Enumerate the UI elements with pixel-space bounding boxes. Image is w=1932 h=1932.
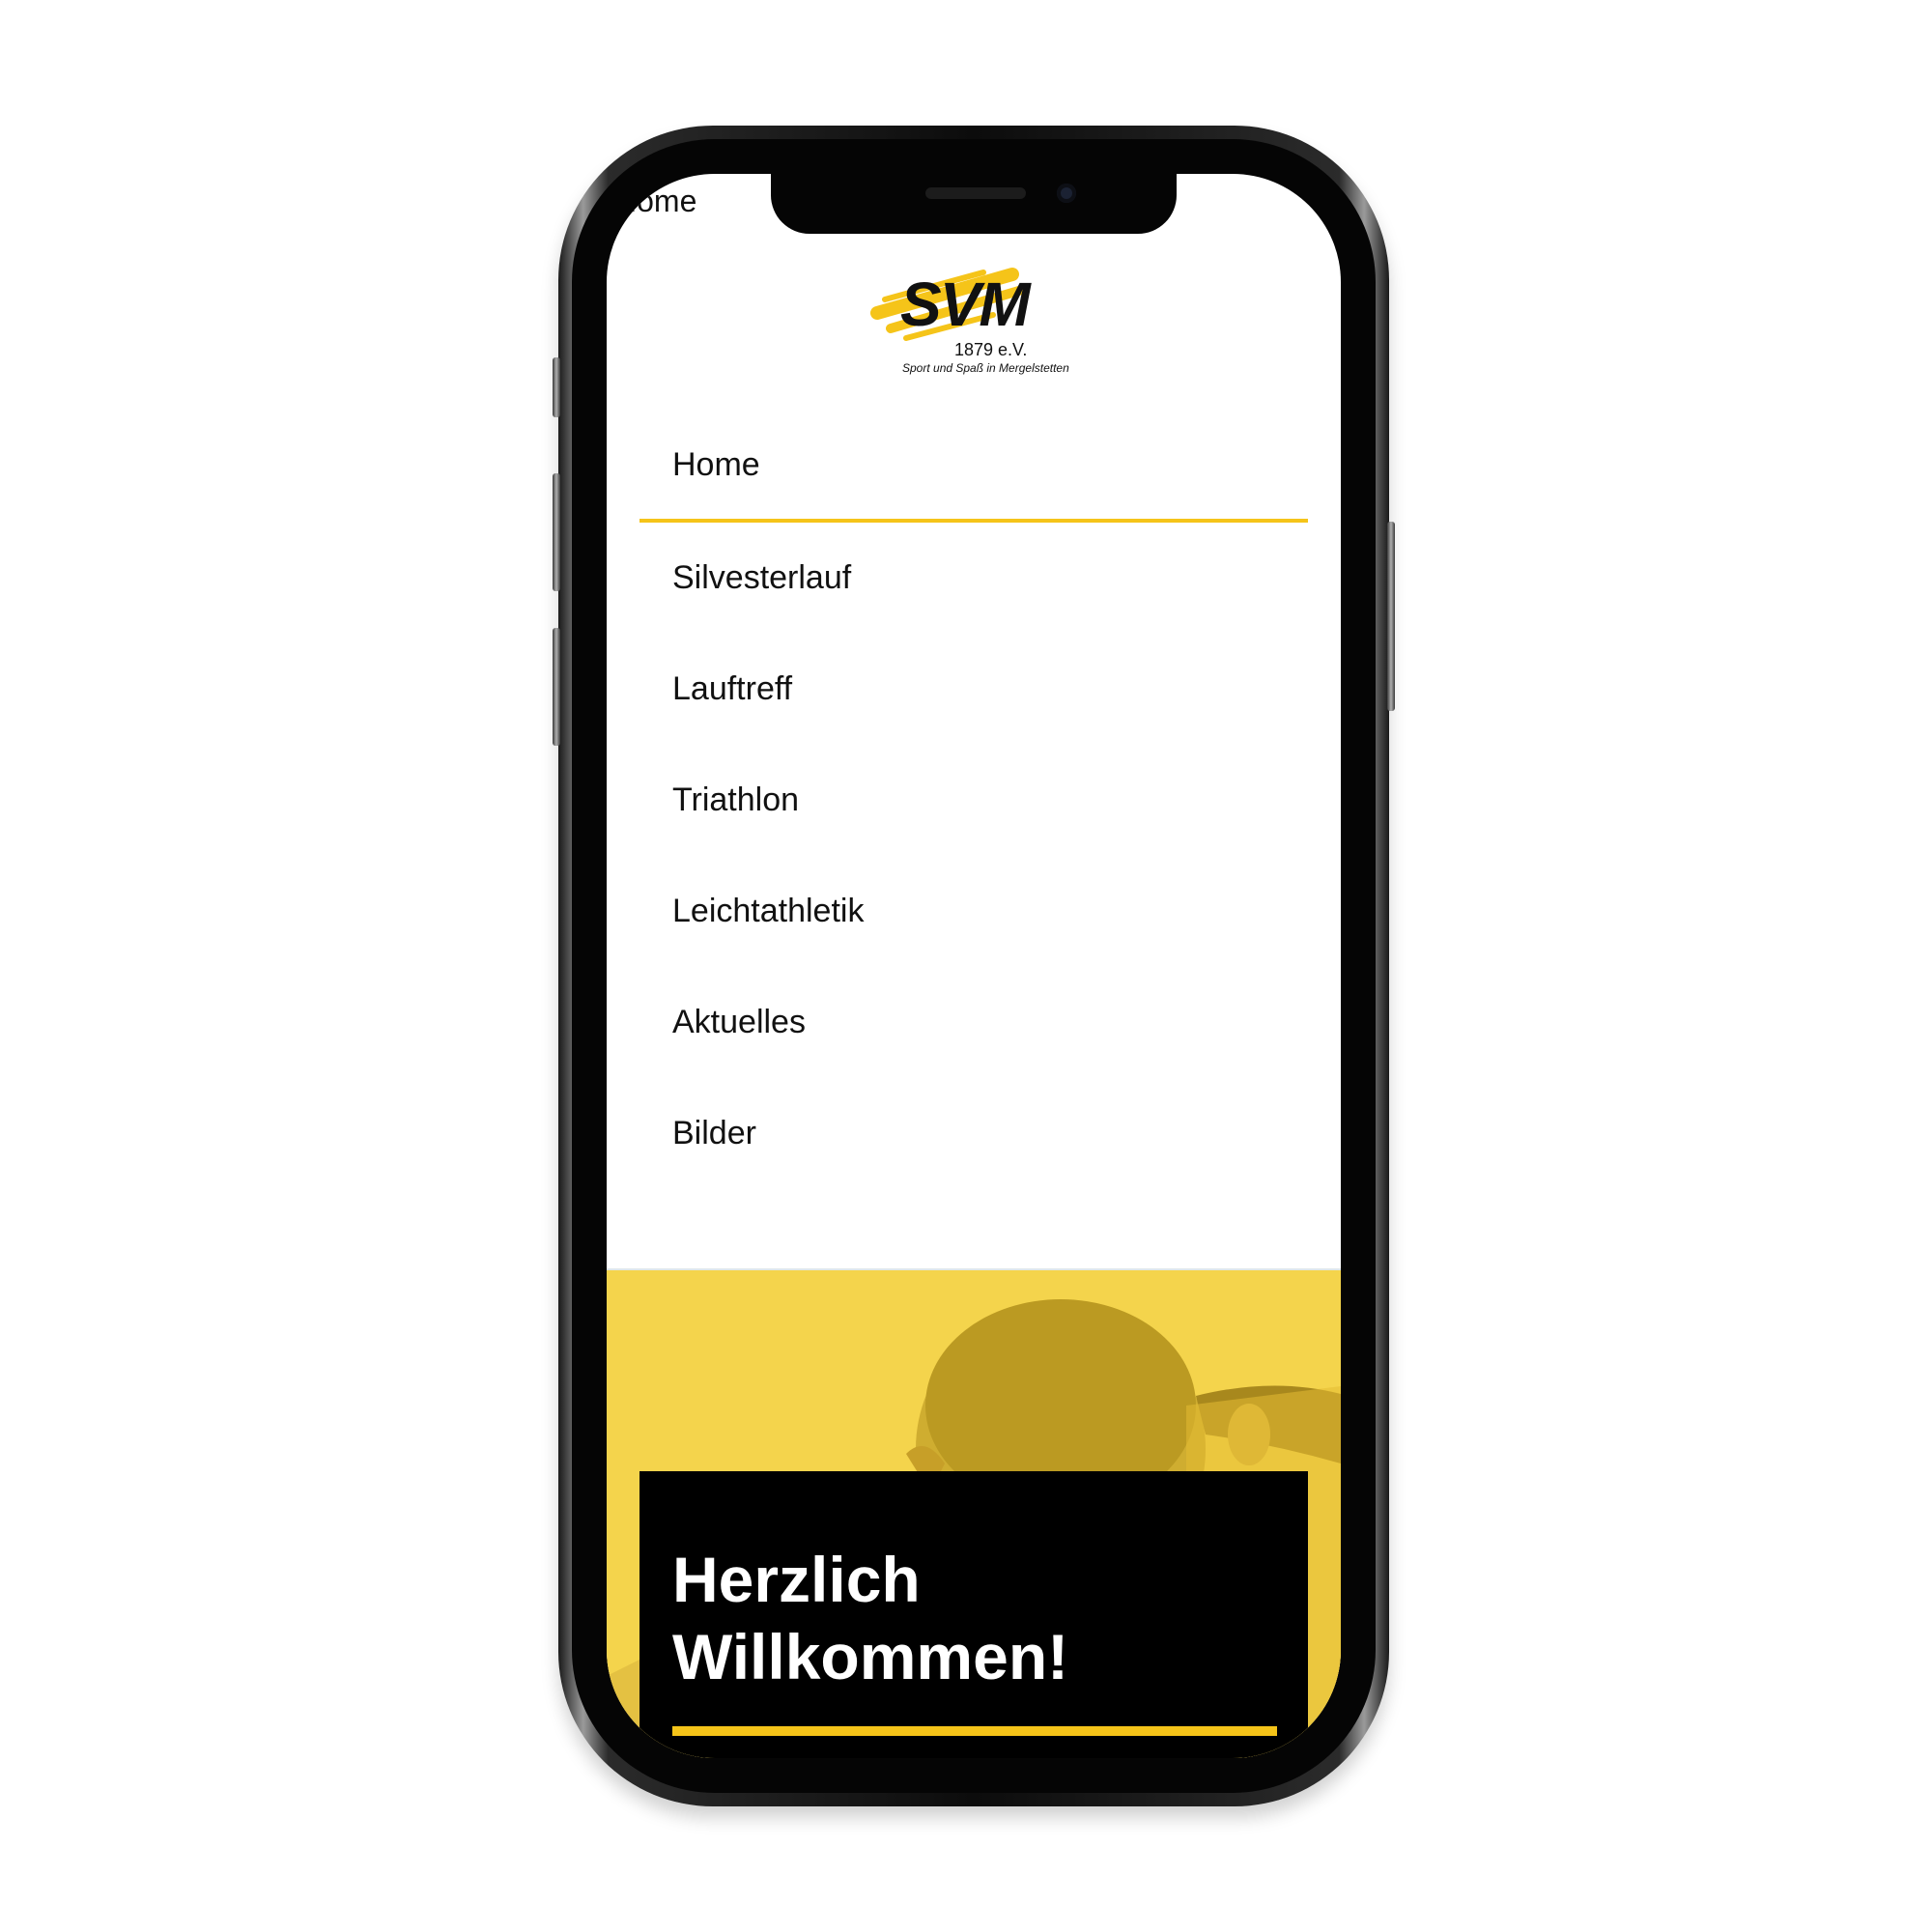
logo-year: 1879 e.V. [954,340,1028,359]
volume-down-button [553,628,560,746]
power-button [1387,522,1395,711]
nav-item-leichtathletik[interactable]: Leichtathletik [639,856,1308,967]
main-navigation: Home Silvesterlauf Lauftreff Triathlon L… [639,412,1308,1189]
logo-tagline: Sport und Spaß in Mergelstetten [902,361,1069,375]
nav-item-lauftreff[interactable]: Lauftreff [639,634,1308,745]
notch [771,174,1177,234]
welcome-heading-line1: Herzlich [672,1544,921,1615]
volume-up-button [553,473,560,591]
nav-item-bilder[interactable]: Bilder [639,1078,1308,1189]
heading-underline [672,1726,1277,1736]
speaker-grille [925,187,1026,199]
welcome-card: Herzlich Willkommen! [639,1471,1308,1758]
logo-wordmark: SVM [900,270,1031,339]
hero-banner: Herzlich Willkommen! [607,1268,1341,1758]
nav-item-aktuelles[interactable]: Aktuelles [639,967,1308,1078]
silent-switch [553,357,560,417]
front-camera [1057,184,1076,203]
welcome-heading: Herzlich Willkommen! [672,1541,1068,1695]
mockup-stage: Home SVM 1879 e.V. Sport und Spaß in Mer… [0,0,1932,1932]
welcome-heading-line2: Willkommen! [672,1621,1069,1692]
nav-item-triathlon[interactable]: Triathlon [639,745,1308,856]
phone-screen: Home SVM 1879 e.V. Sport und Spaß in Mer… [607,174,1341,1758]
phone-frame: Home SVM 1879 e.V. Sport und Spaß in Mer… [553,126,1395,1806]
status-bar-title: Home [614,184,697,218]
nav-item-silvesterlauf[interactable]: Silvesterlauf [639,523,1308,634]
nav-item-home[interactable]: Home [639,412,1308,523]
club-logo[interactable]: SVM 1879 e.V. Sport und Spaß in Mergelst… [867,261,1080,377]
